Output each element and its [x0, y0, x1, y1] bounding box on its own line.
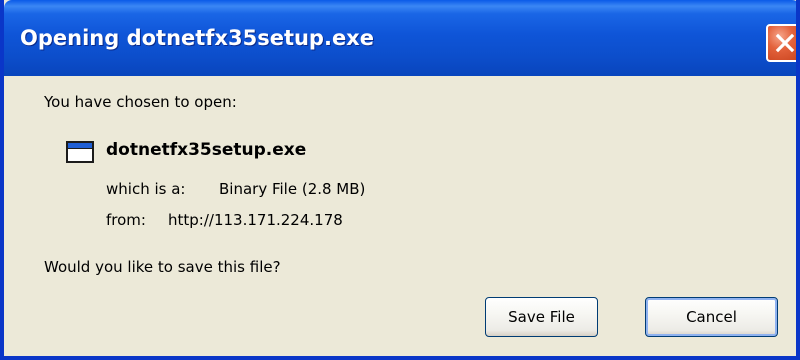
save-file-button[interactable]: Save File [485, 297, 598, 337]
file-name: dotnetfx35setup.exe [106, 140, 307, 160]
file-source-value: http://113.171.224.178 [168, 211, 343, 229]
cancel-button[interactable]: Cancel [645, 297, 778, 337]
dialog-title: Opening dotnetfx35setup.exe [20, 26, 374, 50]
file-type-value: Binary File (2.8 MB) [219, 180, 366, 198]
close-button[interactable] [766, 24, 796, 62]
download-dialog: Opening dotnetfx35setup.exe You have cho… [0, 0, 800, 360]
save-question: Would you like to save this file? [44, 258, 281, 276]
open-prompt: You have chosen to open: [44, 93, 237, 111]
title-bar[interactable]: Opening dotnetfx35setup.exe [4, 0, 796, 76]
file-type-label: which is a: [106, 180, 186, 198]
application-window-icon [66, 141, 94, 163]
file-source-label: from: [106, 211, 146, 229]
close-icon [775, 33, 795, 53]
